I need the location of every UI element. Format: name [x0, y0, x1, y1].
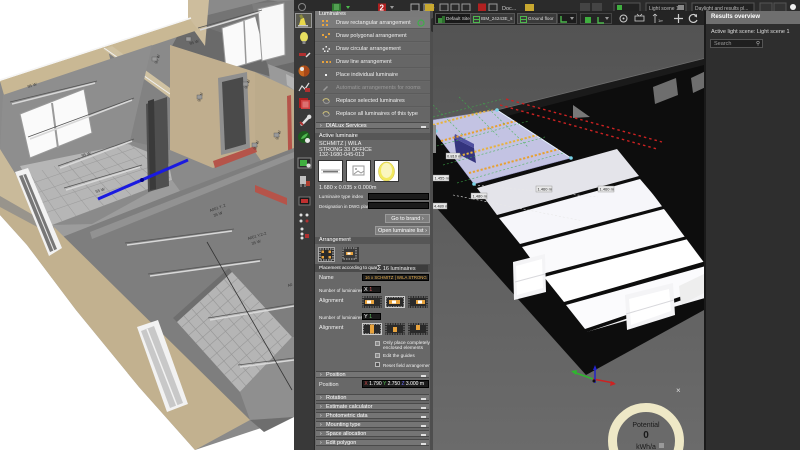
svg-text:kWh/a: kWh/a	[636, 444, 656, 450]
svg-text:1.460 m: 1.460 m	[538, 187, 553, 192]
svg-text:0: 0	[643, 430, 649, 441]
svg-text:0.810 m: 0.810 m	[447, 154, 462, 159]
svg-text:1.480 m: 1.480 m	[473, 194, 488, 199]
svg-text:1m: 1m	[658, 18, 663, 23]
svg-text:4.480 m: 4.480 m	[434, 204, 449, 209]
svg-text:1.460 m: 1.460 m	[600, 187, 615, 192]
svg-text:2: 2	[380, 4, 385, 12]
svg-text:×: ×	[676, 386, 681, 395]
svg-text:Potential: Potential	[632, 422, 660, 429]
svg-text:1.455 m: 1.455 m	[435, 176, 450, 181]
